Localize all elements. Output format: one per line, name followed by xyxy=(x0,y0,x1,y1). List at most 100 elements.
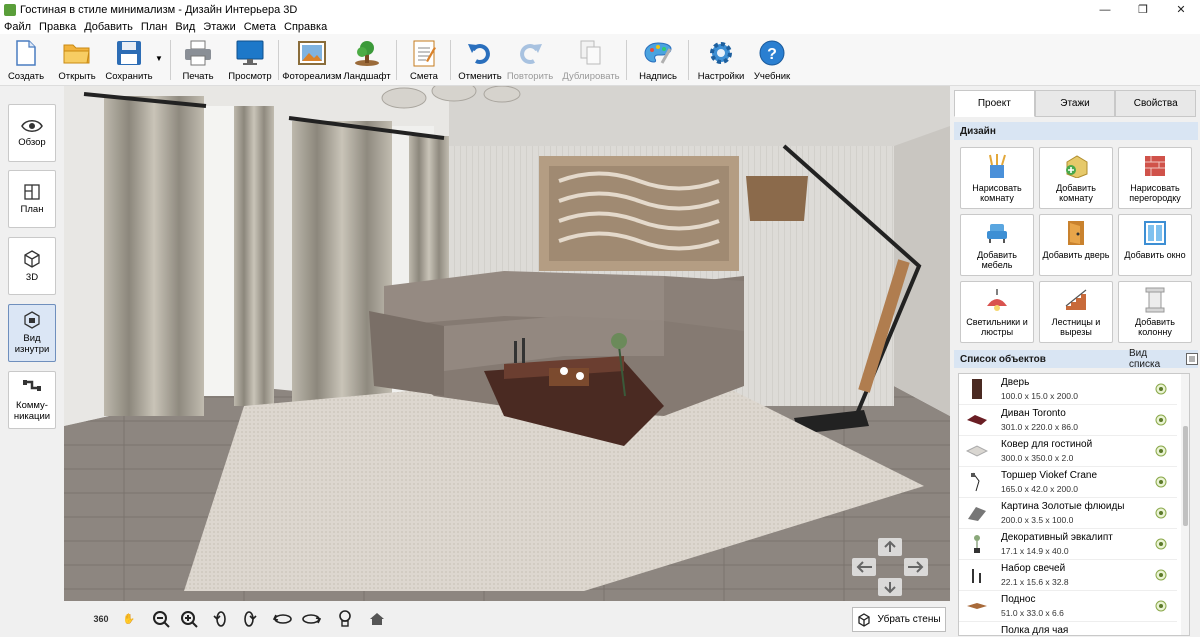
maximize-icon[interactable]: ❐ xyxy=(1124,0,1162,19)
photorealism-button[interactable]: Фотореализм xyxy=(282,34,342,86)
object-dimensions: 165.0 x 42.0 x 200.0 xyxy=(1001,484,1079,494)
toolbar: Создать Открыть Сохранить ▼ Печать Просм… xyxy=(0,34,1200,86)
view-3d-button[interactable]: 3D xyxy=(8,237,56,295)
rotate-right-icon[interactable] xyxy=(238,608,260,630)
add-furniture-button[interactable]: Добавить мебель xyxy=(960,214,1034,276)
save-dropdown[interactable]: ▼ xyxy=(154,34,164,86)
menu-edit[interactable]: Правка xyxy=(39,21,76,33)
add-column-button[interactable]: Добавить колонну xyxy=(1118,281,1192,343)
menu-floors[interactable]: Этажи xyxy=(203,21,235,33)
menu-file[interactable]: Файл xyxy=(4,21,31,33)
rotate-left-icon[interactable] xyxy=(210,608,232,630)
estimate-button[interactable]: Смета xyxy=(404,34,444,86)
list-item[interactable]: Набор свечей 22.1 x 15.6 x 32.8 xyxy=(959,560,1177,591)
list-item[interactable]: Поднос 51.0 x 33.0 x 6.6 xyxy=(959,591,1177,622)
add-window-button[interactable]: Добавить окно xyxy=(1118,214,1192,276)
list-item[interactable]: Полка для чая xyxy=(959,622,1177,635)
cube-icon xyxy=(24,249,40,268)
tab-project[interactable]: Проект xyxy=(954,90,1035,117)
overview-label: Обзор xyxy=(18,136,46,148)
visibility-eye-icon[interactable] xyxy=(1155,445,1167,457)
visibility-eye-icon[interactable] xyxy=(1155,383,1167,395)
menu-help[interactable]: Справка xyxy=(284,21,327,33)
landscape-button[interactable]: Ландшафт xyxy=(343,34,391,86)
view-list-toggle[interactable]: Вид списка xyxy=(1129,348,1198,370)
tilt-down-icon[interactable] xyxy=(300,608,322,630)
window-controls: — ❐ ✕ xyxy=(1086,0,1200,19)
create-button[interactable]: Создать xyxy=(6,34,46,86)
object-list: Дверь 100.0 x 15.0 x 200.0 Диван Toronto… xyxy=(958,373,1190,636)
undo-button[interactable]: Отменить xyxy=(458,34,502,86)
menu-add[interactable]: Добавить xyxy=(84,21,133,33)
chevron-down-icon: ▼ xyxy=(155,54,163,63)
zoom-in-icon[interactable] xyxy=(178,608,200,630)
tab-floors[interactable]: Этажи xyxy=(1034,90,1116,117)
tab-properties[interactable]: Свойства xyxy=(1115,90,1197,117)
gear-icon xyxy=(706,38,736,68)
list-item[interactable]: Диван Toronto 301.0 x 220.0 x 86.0 xyxy=(959,405,1177,436)
visibility-eye-icon[interactable] xyxy=(1155,476,1167,488)
tutorial-button[interactable]: ? Учебник xyxy=(750,34,794,86)
visibility-eye-icon[interactable] xyxy=(1155,538,1167,550)
add-door-label: Добавить дверь xyxy=(1042,250,1110,260)
draw-partition-button[interactable]: Нарисовать перегородку xyxy=(1118,147,1192,209)
lights-button[interactable]: Светильники и люстры xyxy=(960,281,1034,343)
object-name: Дверь xyxy=(1001,377,1030,388)
list-item[interactable]: Торшер Viokef Crane 165.0 x 42.0 x 200.0 xyxy=(959,467,1177,498)
menu-estimate[interactable]: Смета xyxy=(244,21,276,33)
remove-walls-button[interactable]: Убрать стены xyxy=(852,607,946,632)
preview-button[interactable]: Просмотр xyxy=(228,34,272,86)
menu-plan[interactable]: План xyxy=(141,21,168,33)
visibility-eye-icon[interactable] xyxy=(1155,414,1167,426)
close-icon[interactable]: ✕ xyxy=(1162,0,1200,19)
list-item[interactable]: Декоративный эвкалипт 17.1 x 14.9 x 40.0 xyxy=(959,529,1177,560)
add-door-button[interactable]: Добавить дверь xyxy=(1039,214,1113,276)
photorealism-label: Фотореализм xyxy=(282,71,342,82)
save-label: Сохранить xyxy=(105,71,153,82)
stairs-button[interactable]: Лестницы и вырезы xyxy=(1039,281,1113,343)
visibility-eye-icon[interactable] xyxy=(1155,507,1167,519)
list-item[interactable]: Дверь 100.0 x 15.0 x 200.0 xyxy=(959,374,1177,405)
object-list-scrollbar[interactable] xyxy=(1181,374,1189,635)
open-button[interactable]: Открыть xyxy=(56,34,98,86)
menu-view[interactable]: Вид xyxy=(175,21,195,33)
hand-pan-icon[interactable]: ✋ xyxy=(118,608,140,630)
visibility-eye-icon[interactable] xyxy=(1155,569,1167,581)
overview-button[interactable]: Обзор xyxy=(8,104,56,162)
3d-viewport[interactable] xyxy=(64,86,950,601)
view-mode-bar: Обзор План 3D Вид изнутри Комму-никации xyxy=(0,86,64,637)
zoom-out-icon[interactable] xyxy=(150,608,172,630)
brick-wall-icon xyxy=(1141,152,1169,180)
minimize-icon[interactable]: — xyxy=(1086,0,1124,19)
window-icon xyxy=(1141,219,1169,247)
home-icon[interactable] xyxy=(366,608,388,630)
save-button[interactable]: Сохранить xyxy=(104,34,154,86)
navigation-arrows[interactable] xyxy=(850,536,932,600)
scrollbar-thumb[interactable] xyxy=(1183,426,1188,526)
caption-button[interactable]: Надпись xyxy=(636,34,680,86)
draw-room-button[interactable]: Нарисовать комнату xyxy=(960,147,1034,209)
view-3d-label: 3D xyxy=(25,271,39,283)
toolbar-separator xyxy=(688,40,689,80)
settings-button[interactable]: Настройки xyxy=(696,34,746,86)
redo-button[interactable]: Повторить xyxy=(506,34,554,86)
new-file-icon xyxy=(11,38,41,68)
visibility-eye-icon[interactable] xyxy=(1155,600,1167,612)
plan-button[interactable]: План xyxy=(8,170,56,228)
add-room-button[interactable]: Добавить комнату xyxy=(1039,147,1113,209)
print-button[interactable]: Печать xyxy=(178,34,218,86)
lightbulb-icon[interactable] xyxy=(334,608,356,630)
rotate-360-icon[interactable]: 360 xyxy=(90,608,112,630)
palette-icon xyxy=(643,38,673,68)
list-item[interactable]: Ковер для гостиной 300.0 x 350.0 x 2.0 xyxy=(959,436,1177,467)
object-name: Набор свечей xyxy=(1001,563,1066,574)
communications-button[interactable]: Комму-никации xyxy=(8,371,56,429)
floor-lamp-shade xyxy=(746,176,808,221)
object-dimensions: 22.1 x 15.6 x 32.8 xyxy=(1001,577,1069,587)
view-inside-button[interactable]: Вид изнутри xyxy=(8,304,56,362)
list-item[interactable]: Картина Золотые флюиды 200.0 x 3.5 x 100… xyxy=(959,498,1177,529)
undo-icon xyxy=(465,38,495,68)
tilt-up-icon[interactable] xyxy=(272,608,294,630)
duplicate-button[interactable]: Дублировать xyxy=(562,34,620,86)
plan-label: План xyxy=(20,203,44,215)
